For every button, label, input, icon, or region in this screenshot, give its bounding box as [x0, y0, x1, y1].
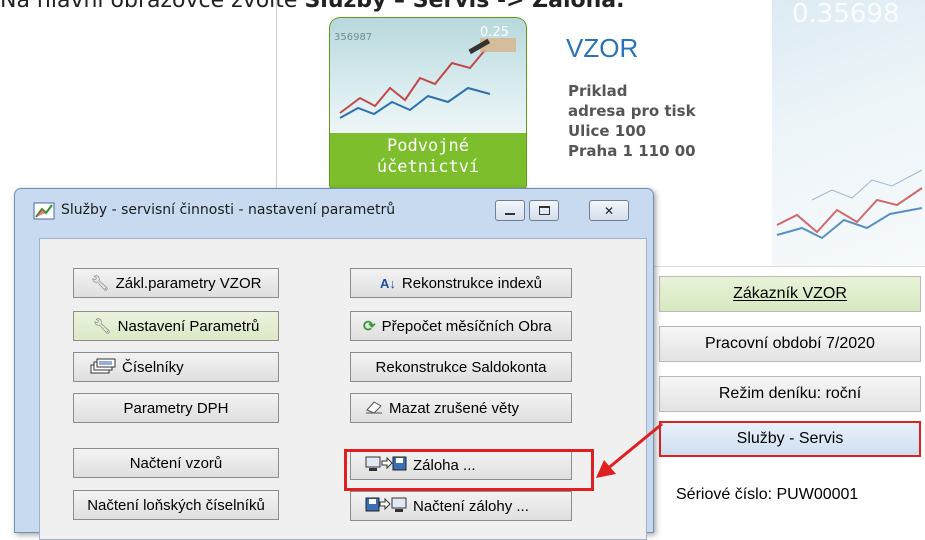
logo-photo: 356987 0.25: [330, 18, 526, 133]
recalculate-monthly-button[interactable]: ⟳ Přepočet měsíčních Obra: [350, 311, 572, 341]
backup-highlight-box: [344, 449, 594, 491]
wrench-icon: 🔧︎: [92, 317, 112, 335]
minimize-button[interactable]: [495, 200, 525, 221]
codebooks-button[interactable]: Číselníky: [73, 352, 279, 382]
dialog-title: Služby - servisní činnosti - nastavení p…: [61, 202, 396, 218]
app-icon: [33, 201, 55, 221]
work-period-button[interactable]: Pracovní období 7/2020: [659, 326, 921, 362]
parameter-settings-button[interactable]: 🔧︎ Nastavení Parametrů: [73, 311, 279, 341]
vat-parameters-label: Parametry DPH: [123, 399, 229, 417]
address-line-4: Praha 1 110 00: [568, 142, 696, 160]
services-button[interactable]: Služby - Servis: [659, 421, 921, 457]
logo-caption-line1: Podvojné: [387, 136, 469, 156]
background-photo: 0.35698: [772, 0, 925, 268]
logo-photo-number: 356987: [334, 32, 372, 43]
background-chart-graphic: 0.35698: [776, 0, 923, 240]
dialog-titlebar[interactable]: Služby - servisní činnosti - nastavení p…: [15, 189, 653, 229]
load-templates-button[interactable]: Načtení vzorů: [73, 448, 279, 478]
minimize-icon: [505, 212, 515, 215]
restore-backup-label: Načtení zálohy ...: [413, 497, 529, 515]
company-address: Priklad adresa pro tisk Ulice 100 Praha …: [568, 81, 696, 161]
refresh-icon: ⟳: [363, 317, 376, 335]
delete-cancelled-records-label: Mazat zrušené věty: [389, 399, 520, 417]
load-templates-label: Načtení vzorů: [129, 454, 223, 472]
sort-az-icon: A↓: [380, 275, 396, 291]
codebooks-label: Číselníky: [122, 358, 184, 376]
company-name: VZOR: [566, 33, 639, 63]
restore-disk-icon: [365, 496, 407, 517]
work-period-label: Pracovní období 7/2020: [705, 335, 875, 352]
logo-photo-number2: 0.25: [480, 25, 509, 40]
load-last-year-codebooks-label: Načtení loňských číselníků: [87, 496, 265, 514]
customer-button-label: Zákazník VZOR: [733, 285, 847, 302]
maximize-button[interactable]: [529, 200, 559, 221]
close-button[interactable]: ✕: [589, 200, 629, 221]
logo-caption: Podvojné účetnictví: [330, 136, 526, 178]
delete-cancelled-records-button[interactable]: Mazat zrušené věty: [350, 393, 572, 423]
rebuild-indexes-button[interactable]: A↓ Rekonstrukce indexů: [350, 268, 572, 298]
restore-backup-button[interactable]: Načtení zálohy ...: [350, 491, 572, 521]
load-last-year-codebooks-button[interactable]: Načtení loňských číselníků: [73, 490, 279, 520]
rebuild-balance-button[interactable]: Rekonstrukce Saldokonta: [350, 352, 572, 382]
logo-caption-line2: účetnictví: [376, 157, 480, 177]
eraser-icon: [365, 400, 383, 417]
rebuild-balance-label: Rekonstrukce Saldokonta: [375, 358, 547, 376]
background-divider: [276, 0, 277, 190]
instruction-prefix: Na hlavní obrazovce zvolte: [0, 0, 305, 13]
basic-parameters-label: Zákl.parametry VZOR: [115, 274, 262, 292]
parameter-settings-label: Nastavení Parametrů: [117, 317, 260, 335]
vat-parameters-button[interactable]: Parametry DPH: [73, 393, 279, 423]
serial-number: Sériové číslo: PUW00001: [676, 486, 859, 503]
customer-button[interactable]: Zákazník VZOR: [659, 276, 921, 312]
journal-mode-button[interactable]: Režim deníku: roční: [659, 376, 921, 412]
address-line-2: adresa pro tisk: [568, 102, 696, 120]
close-icon: ✕: [603, 203, 615, 218]
journal-mode-label: Režim deníku: roční: [718, 385, 862, 402]
instruction-bold: Služby – Servis -> Záloha.: [304, 0, 625, 13]
address-line-1: Priklad: [568, 82, 628, 100]
basic-parameters-button[interactable]: 🔧︎ Zákl.parametry VZOR: [73, 268, 279, 298]
address-line-3: Ulice 100: [568, 122, 647, 140]
maximize-icon: [538, 206, 550, 215]
recalculate-monthly-label: Přepočet měsíčních Obra: [381, 317, 552, 335]
codebook-stack-icon: [90, 357, 116, 378]
product-logo: 356987 0.25 Podvojné účetnictví: [330, 18, 526, 194]
services-button-label: Služby - Servis: [736, 430, 844, 447]
background-photo-number: 0.35698: [792, 0, 900, 29]
rebuild-indexes-label: Rekonstrukce indexů: [401, 274, 542, 292]
annotation-arrow: [590, 418, 670, 488]
logo-chart-graphic: 356987 0.25: [334, 25, 516, 119]
instruction-text: Na hlavní obrazovce zvolte Služby – Serv…: [0, 0, 625, 13]
wrench-icon: 🔧︎: [90, 274, 110, 292]
